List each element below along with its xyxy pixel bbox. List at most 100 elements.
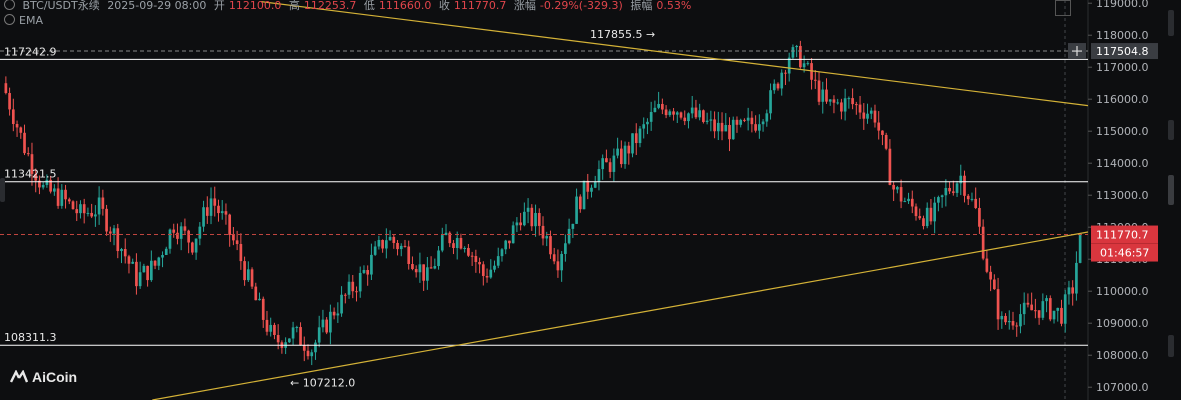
candle-body	[821, 89, 825, 102]
settings-icon[interactable]	[4, 14, 15, 25]
candle-body	[787, 57, 791, 74]
candle-body	[463, 247, 467, 249]
candle-body	[537, 212, 541, 226]
candle-body	[485, 275, 489, 278]
candle-body	[452, 243, 455, 249]
low-value: 111660.0	[378, 0, 432, 12]
candle-body	[1019, 314, 1022, 327]
candle-body	[1034, 310, 1037, 312]
candle-body	[858, 104, 862, 113]
candle-body	[1045, 298, 1048, 302]
countdown-label: 01:46:57	[1100, 247, 1149, 260]
candle-body	[914, 206, 918, 217]
candle-body	[944, 187, 948, 196]
candle-body	[948, 187, 951, 192]
candle-body	[414, 269, 418, 273]
candle-body	[758, 124, 761, 131]
fullscreen-icon[interactable]	[1055, 0, 1071, 16]
candle-body	[325, 319, 328, 333]
candle-body	[1037, 310, 1041, 318]
candle-body	[679, 112, 683, 118]
candle-body	[407, 246, 411, 264]
candle-body	[799, 45, 802, 68]
right-scrollbar[interactable]	[1160, 0, 1181, 400]
candle-body	[851, 98, 854, 105]
candle-body	[157, 257, 161, 266]
candle-body	[11, 109, 15, 125]
scroll-handle[interactable]	[1168, 175, 1174, 205]
candle-body	[321, 319, 325, 328]
scroll-tab-mid[interactable]	[1168, 120, 1174, 140]
candle-body	[1030, 304, 1033, 311]
candle-body	[828, 99, 832, 102]
candle-body	[149, 260, 153, 281]
indicator-row: EMA	[0, 14, 43, 27]
candle-body	[123, 248, 127, 257]
candle-body	[746, 117, 750, 121]
candle-body	[910, 198, 914, 207]
candle-body	[776, 83, 780, 89]
close-value: 111770.7	[453, 0, 507, 12]
candle-body	[523, 211, 526, 226]
y-tick-label: 117000.0	[1096, 61, 1149, 74]
indicator-name[interactable]: EMA	[19, 14, 43, 27]
candle-body	[739, 119, 743, 125]
candle-body	[86, 212, 90, 214]
candle-body	[1000, 315, 1004, 320]
scroll-tab-top[interactable]	[1168, 10, 1174, 36]
y-tick-label: 107000.0	[1096, 381, 1149, 394]
candle-body	[444, 232, 448, 236]
candle-body	[198, 226, 202, 239]
candle-body	[884, 134, 888, 149]
candle-body	[243, 261, 246, 281]
candle-body	[276, 335, 280, 343]
candle-body	[862, 112, 866, 119]
candle-body	[772, 83, 776, 91]
candle-body	[929, 207, 933, 222]
candle-body	[41, 184, 45, 188]
candle-body	[26, 153, 30, 155]
candle-body	[638, 128, 642, 144]
candle-body	[817, 80, 821, 102]
candle-body	[694, 107, 698, 118]
candle-body	[1026, 302, 1030, 305]
candle-body	[105, 208, 108, 232]
candles	[4, 40, 1082, 366]
candle-body	[896, 187, 899, 190]
candlestick-chart[interactable]: 107000.0108000.0109000.0110000.0111000.0…	[0, 0, 1181, 400]
candle-body	[168, 229, 172, 249]
candle-body	[291, 327, 295, 339]
candle-body	[269, 324, 273, 332]
eye-icon[interactable]	[4, 0, 15, 10]
grid	[1064, 0, 1089, 400]
y-tick-label: 119000.0	[1096, 0, 1149, 10]
symbol[interactable]: BTC/USDT永续	[23, 0, 100, 12]
y-tick-label: 109000.0	[1096, 317, 1149, 330]
current-price-label: 111770.7	[1096, 229, 1149, 242]
candle-body	[250, 269, 254, 287]
aicoin-logo-icon	[10, 370, 28, 383]
candle-body	[672, 111, 675, 115]
open-value: 112100.0	[228, 0, 282, 12]
candle-body	[612, 155, 616, 172]
candle-body	[735, 119, 739, 125]
candle-body	[925, 207, 929, 227]
left-scroll-handle[interactable]	[0, 178, 5, 202]
logo-text: AiCoin	[32, 369, 78, 385]
scroll-tab-bottom[interactable]	[1168, 335, 1174, 357]
candle-body	[235, 240, 239, 244]
candle-body	[1060, 307, 1063, 324]
candle-body	[903, 201, 907, 203]
candle-body	[702, 110, 705, 122]
candle-body	[347, 281, 351, 295]
candle-body	[664, 109, 668, 116]
candle-body	[690, 107, 694, 114]
candle-body	[79, 204, 82, 214]
candle-body	[508, 240, 511, 244]
level-label: 117242.9	[4, 45, 57, 58]
candle-body	[586, 180, 590, 192]
y-tick-label: 116000.0	[1096, 93, 1149, 106]
candle-body	[873, 110, 877, 123]
overlay-lines	[0, 1, 1089, 400]
candle-body	[888, 148, 892, 185]
